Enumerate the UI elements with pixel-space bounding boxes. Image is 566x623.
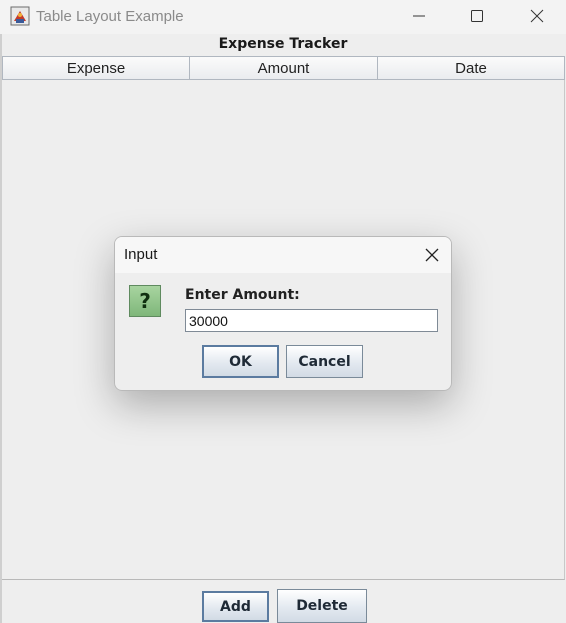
dialog-title: Input [124, 246, 158, 263]
amount-input[interactable] [185, 309, 438, 332]
minimize-icon [413, 15, 425, 17]
table-header: Expense Amount Date [2, 56, 565, 80]
cancel-button[interactable]: Cancel [286, 345, 363, 378]
column-header-date[interactable]: Date [377, 56, 565, 80]
input-dialog: Input ? Enter Amount: OK Cancel [114, 236, 452, 391]
ok-button[interactable]: OK [202, 345, 279, 378]
page-title: Expense Tracker [218, 36, 348, 52]
maximize-button[interactable] [448, 0, 506, 32]
column-header-expense[interactable]: Expense [2, 56, 189, 80]
prompt-label: Enter Amount: [185, 287, 300, 303]
java-cup-icon [10, 6, 30, 26]
close-icon [425, 248, 439, 262]
minimize-button[interactable] [390, 0, 448, 32]
dialog-close-button[interactable] [415, 241, 449, 269]
delete-button[interactable]: Delete [277, 589, 367, 623]
window-title: Table Layout Example [36, 8, 184, 25]
column-header-amount[interactable]: Amount [189, 56, 377, 80]
maximize-icon [471, 10, 483, 22]
question-icon: ? [129, 285, 161, 317]
close-icon [530, 9, 544, 23]
close-button[interactable] [508, 0, 566, 32]
dialog-title-bar[interactable]: Input [115, 237, 451, 273]
add-button[interactable]: Add [202, 591, 269, 622]
title-bar[interactable]: Table Layout Example [0, 0, 566, 34]
